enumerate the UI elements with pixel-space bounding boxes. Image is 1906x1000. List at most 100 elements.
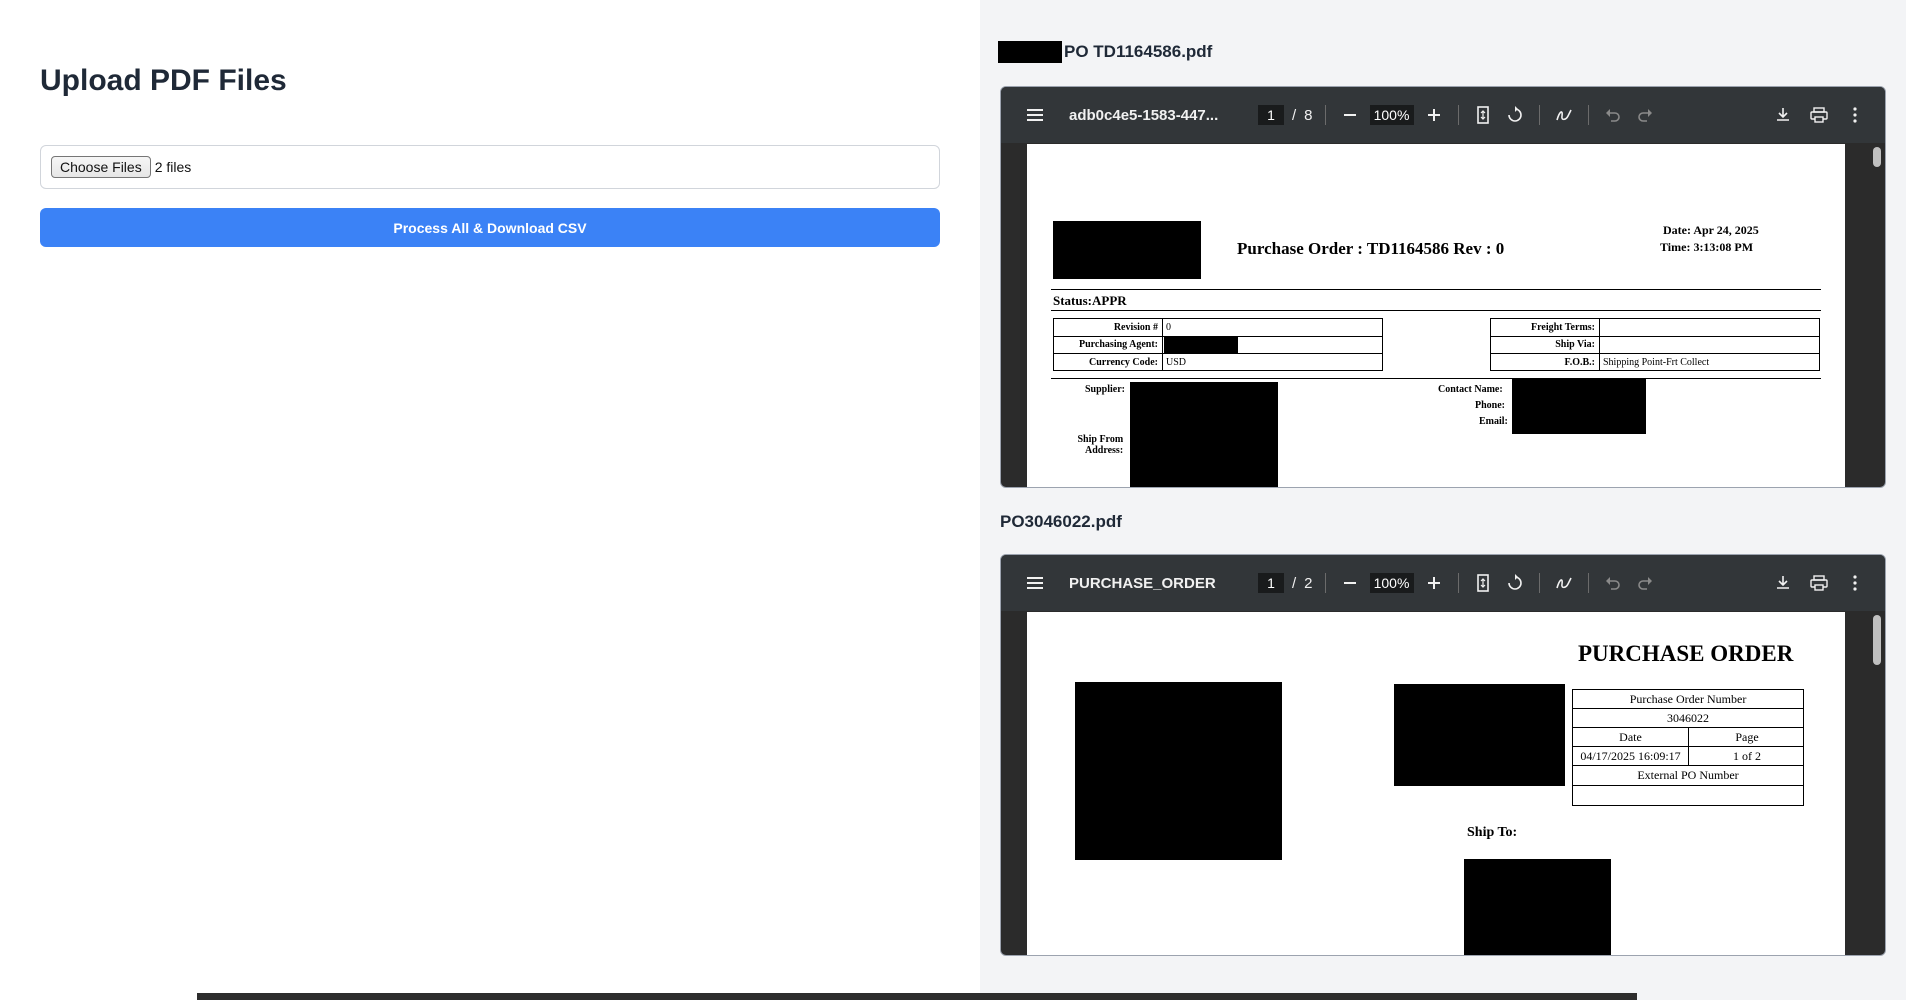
shipvia-label: Ship Via: <box>1555 339 1595 350</box>
po-heading: Purchase Order : TD1164586 Rev : 0 <box>1237 239 1505 258</box>
redaction-block <box>1075 682 1282 860</box>
page-title: Upload PDF Files <box>40 64 287 97</box>
page-total: 8 <box>1304 106 1313 124</box>
more-vert-icon[interactable] <box>1843 103 1867 127</box>
po-info-table-right: Freight Terms: Ship Via: F.O.B.: Shippin… <box>1490 318 1820 371</box>
ship-from-label: Ship From Address: <box>1077 434 1124 456</box>
freight-label: Freight Terms: <box>1531 322 1595 333</box>
supplier-label: Supplier: <box>1085 384 1126 395</box>
upload-panel: Upload PDF Files Choose Files 2 files Pr… <box>0 0 980 1000</box>
divider <box>1051 378 1821 379</box>
revision-label: Revision # <box>1113 322 1158 333</box>
phone-label: Phone: <box>1475 400 1505 411</box>
page-number-input[interactable]: 1 <box>1258 573 1284 593</box>
menu-icon[interactable] <box>1023 571 1047 595</box>
zoom-level[interactable]: 100% <box>1369 105 1414 125</box>
po-info-table-left: Revision # 0 Purchasing Agent: Currency … <box>1053 318 1383 371</box>
annotate-icon[interactable] <box>1552 103 1576 127</box>
preview-panel: PO TD1164586.pdf adb0c4e5-1583-447... 1 … <box>980 0 1906 1000</box>
undo-icon[interactable] <box>1601 571 1625 595</box>
page-separator: / <box>1292 574 1297 592</box>
pdf-page-1: Purchase Order : TD1164586 Rev : 0 Date:… <box>1027 144 1845 487</box>
pdf-viewer-2[interactable]: PURCHASE_ORDER 1 / 2 100% PURCHASE ORDER… <box>1000 554 1886 956</box>
page-number-input[interactable]: 1 <box>1258 105 1284 125</box>
minus-icon[interactable] <box>1338 103 1362 127</box>
rotate-icon[interactable] <box>1503 571 1527 595</box>
zoom-level[interactable]: 100% <box>1369 573 1414 593</box>
agent-label: Purchasing Agent: <box>1079 339 1158 350</box>
rotate-icon[interactable] <box>1503 103 1527 127</box>
redo-icon[interactable] <box>1633 103 1657 127</box>
toolbar-divider <box>1538 105 1540 125</box>
choose-files-button[interactable]: Choose Files <box>51 156 151 178</box>
redaction-block <box>1512 379 1646 434</box>
annotate-icon[interactable] <box>1552 571 1576 595</box>
pdf-filename-1: PO TD1164586.pdf <box>998 41 1212 63</box>
toolbar-divider <box>1324 105 1326 125</box>
contact-label: Contact Name: <box>1438 384 1503 395</box>
pdf-viewer-1[interactable]: adb0c4e5-1583-447... 1 / 8 100% Purchase… <box>1000 86 1886 488</box>
ship-to-label: Ship To: <box>1467 825 1518 840</box>
divider <box>1051 289 1821 290</box>
currency-label: Currency Code: <box>1089 357 1158 368</box>
po-heading: PURCHASE ORDER <box>1578 641 1794 666</box>
document-title: adb0c4e5-1583-447... <box>1069 106 1219 124</box>
more-vert-icon[interactable] <box>1843 571 1867 595</box>
menu-icon[interactable] <box>1023 103 1047 127</box>
po-number-table: Purchase Order Number 3046022 Date Page … <box>1572 689 1804 806</box>
process-download-button[interactable]: Process All & Download CSV <box>40 208 940 247</box>
page-total: 2 <box>1304 574 1313 592</box>
pdf-toolbar: PURCHASE_ORDER 1 / 2 100% <box>1001 555 1885 611</box>
file-input[interactable]: Choose Files 2 files <box>40 145 940 189</box>
toolbar-divider <box>1587 573 1589 593</box>
email-label: Email: <box>1479 416 1508 427</box>
pdf-page-2: PURCHASE ORDER Purchase Order Number 304… <box>1027 612 1845 955</box>
date-label: Date <box>1619 730 1642 744</box>
redaction-block <box>1464 859 1611 955</box>
toolbar-divider <box>1324 573 1326 593</box>
plus-icon[interactable] <box>1422 571 1446 595</box>
po-date: Date: Apr 24, 2025 <box>1663 223 1759 237</box>
fit-page-icon[interactable] <box>1471 571 1495 595</box>
undo-icon[interactable] <box>1601 103 1625 127</box>
external-po-label: External PO Number <box>1637 768 1739 782</box>
redo-icon[interactable] <box>1633 571 1657 595</box>
toolbar-divider <box>1587 105 1589 125</box>
scrollbar[interactable] <box>1873 615 1881 665</box>
redaction-block <box>1053 221 1201 279</box>
download-icon[interactable] <box>1771 571 1795 595</box>
redaction-block <box>1130 382 1278 487</box>
fit-page-icon[interactable] <box>1471 103 1495 127</box>
po-number: 3046022 <box>1667 711 1709 725</box>
currency-value: USD <box>1166 357 1187 368</box>
pdf-filename-2: PO3046022.pdf <box>1000 512 1122 531</box>
page-label: Page <box>1735 730 1759 744</box>
horizontal-scrollbar[interactable] <box>197 993 1637 1000</box>
pdf-toolbar: adb0c4e5-1583-447... 1 / 8 100% <box>1001 87 1885 143</box>
redaction-block <box>1164 337 1238 353</box>
po-status: Status:APPR <box>1053 293 1127 308</box>
redaction-block <box>998 41 1062 63</box>
fob-label: F.O.B.: <box>1564 357 1595 368</box>
print-icon[interactable] <box>1807 571 1831 595</box>
scrollbar[interactable] <box>1873 147 1881 167</box>
document-title: PURCHASE_ORDER <box>1069 574 1216 592</box>
divider <box>1051 310 1821 311</box>
pdf-filename-text: PO TD1164586.pdf <box>1064 42 1213 61</box>
date-value: 04/17/2025 16:09:17 <box>1580 749 1681 763</box>
file-count-label: 2 files <box>154 159 192 175</box>
toolbar-divider <box>1457 105 1459 125</box>
revision-value: 0 <box>1166 322 1171 333</box>
redaction-block <box>1394 684 1565 786</box>
po-number-label: Purchase Order Number <box>1629 692 1747 706</box>
po-time: Time: 3:13:08 PM <box>1660 240 1754 254</box>
toolbar-divider <box>1538 573 1540 593</box>
page-value: 1 of 2 <box>1733 749 1761 763</box>
print-icon[interactable] <box>1807 103 1831 127</box>
fob-value: Shipping Point-Frt Collect <box>1603 357 1710 368</box>
download-icon[interactable] <box>1771 103 1795 127</box>
toolbar-divider <box>1457 573 1459 593</box>
minus-icon[interactable] <box>1338 571 1362 595</box>
plus-icon[interactable] <box>1422 103 1446 127</box>
page-separator: / <box>1292 106 1297 124</box>
